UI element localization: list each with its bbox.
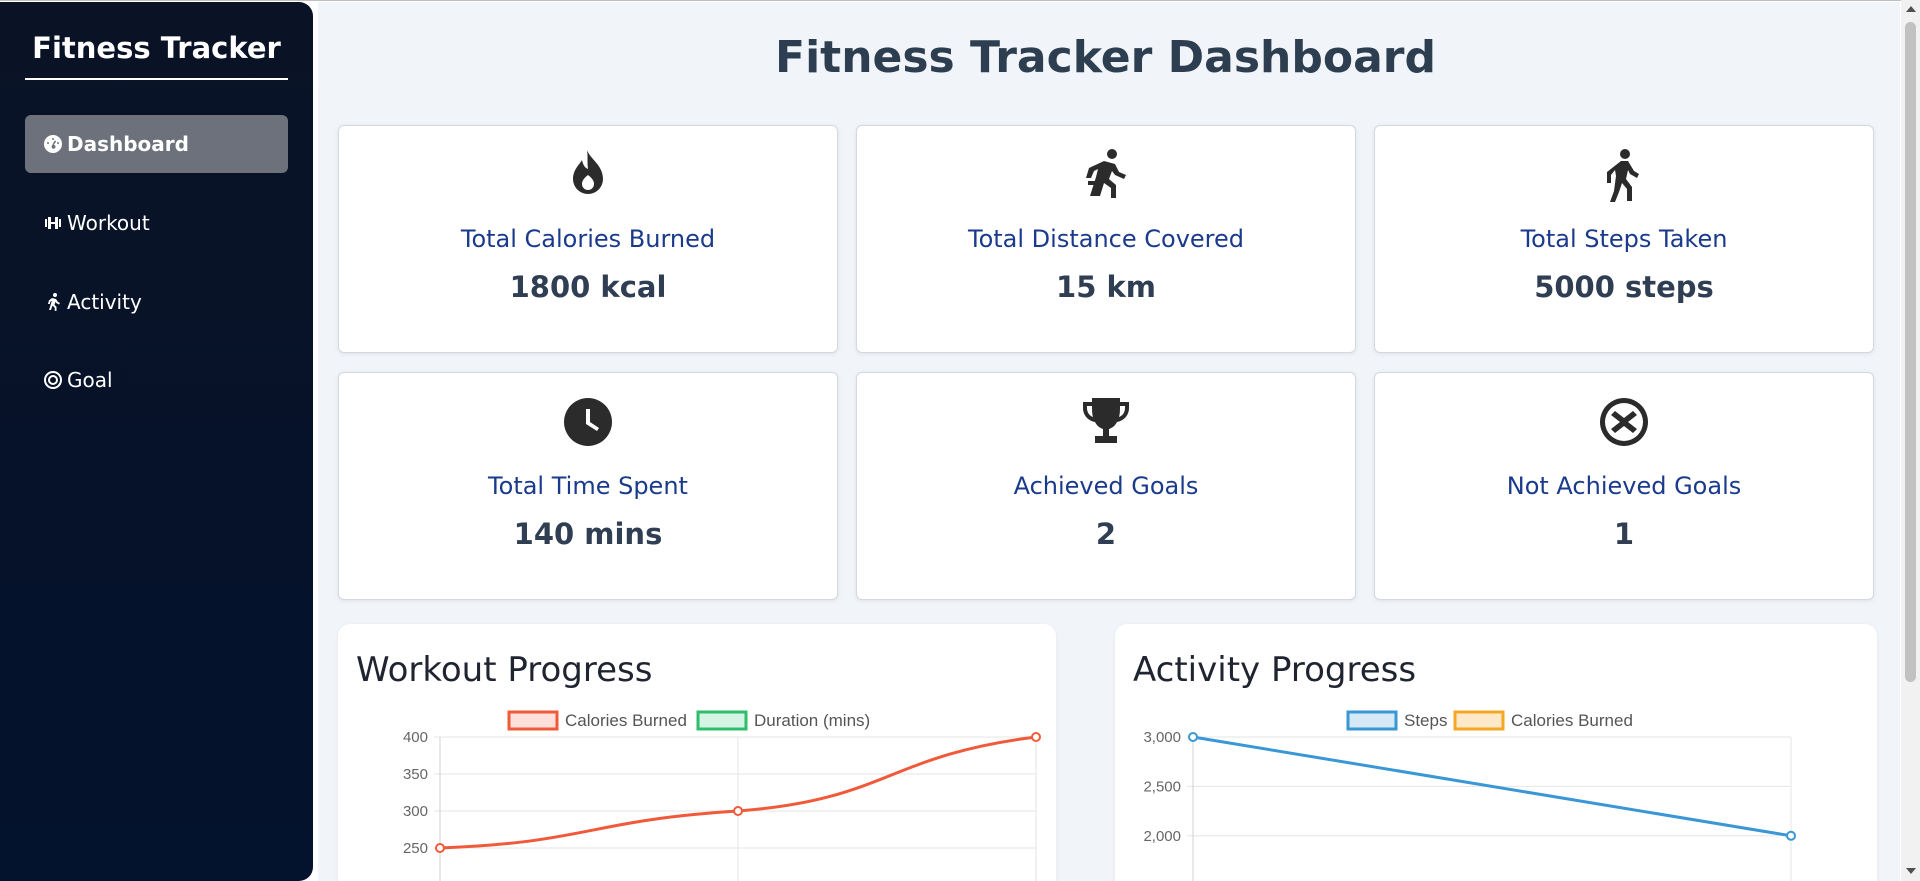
stat-value: 2 <box>1095 517 1117 551</box>
legend-swatch[interactable] <box>696 710 748 731</box>
stat-value: 1 <box>1613 517 1635 551</box>
stat-card-not-achieved: Not Achieved Goals 1 <box>1374 372 1874 600</box>
stat-label: Total Time Spent <box>488 472 688 500</box>
data-point[interactable] <box>1188 732 1198 742</box>
walking-icon <box>1607 149 1639 202</box>
sidebar-item-label: Activity <box>67 290 142 314</box>
data-point[interactable] <box>733 806 743 816</box>
stat-value: 5000 steps <box>1534 270 1714 304</box>
running-icon <box>48 293 60 311</box>
running-icon <box>1086 149 1126 198</box>
scroll-thumb[interactable] <box>1905 22 1916 682</box>
y-tick-label: 3,000 <box>1143 729 1181 746</box>
y-tick-label: 350 <box>403 766 428 783</box>
data-point[interactable] <box>1786 830 1796 841</box>
trophy-icon <box>1083 398 1129 443</box>
target-icon <box>44 371 62 389</box>
page-title: Fitness Tracker Dashboard <box>775 32 1436 83</box>
stat-value: 140 mins <box>513 517 663 551</box>
clock-icon <box>564 398 612 446</box>
stat-label: Total Calories Burned <box>460 225 716 253</box>
legend-swatch[interactable] <box>507 710 559 731</box>
fire-icon <box>573 150 603 194</box>
y-tick-label: 300 <box>403 803 428 820</box>
y-tick-label: 400 <box>403 729 428 746</box>
stat-value: 15 km <box>1056 270 1156 304</box>
sidebar-item-workout[interactable]: Workout <box>25 194 288 252</box>
dumbbell-icon <box>45 217 61 229</box>
stat-label: Total Distance Covered <box>968 225 1244 253</box>
circle-x-icon <box>1600 398 1648 446</box>
gauge-icon <box>44 135 62 153</box>
vertical-scrollbar[interactable] <box>1901 0 1920 881</box>
main-content: Fitness Tracker Dashboard Total Calories… <box>318 2 1900 881</box>
scroll-down-arrow-icon[interactable] <box>1906 868 1916 874</box>
stat-card-calories: Total Calories Burned 1800 kcal <box>338 125 838 353</box>
data-point[interactable] <box>1031 732 1041 742</box>
window-top-border <box>0 0 1920 1</box>
stat-card-distance: Total Distance Covered 15 km <box>856 125 1356 353</box>
activity-progress-chart: Steps Calories Burned 3,000 2,500 2,000 <box>1143 710 1796 881</box>
stat-label: Total Steps Taken <box>1520 225 1728 253</box>
legend-label[interactable]: Calories Burned <box>1511 711 1633 730</box>
legend-label[interactable]: Duration (mins) <box>754 711 870 730</box>
sidebar-item-label: Workout <box>67 211 150 235</box>
y-tick-label: 250 <box>403 840 428 857</box>
legend-label[interactable]: Calories Burned <box>565 711 687 730</box>
brand-title: Fitness Tracker <box>25 28 288 80</box>
sidebar-item-dashboard[interactable]: Dashboard <box>25 115 288 173</box>
data-point[interactable] <box>435 843 445 853</box>
scroll-up-arrow-icon[interactable] <box>1906 6 1916 12</box>
activity-progress-panel: Activity Progress Steps Calories Burned 3,… <box>1115 624 1877 881</box>
sidebar: Fitness Tracker Dashboard Workout Activi… <box>0 2 313 881</box>
workout-progress-chart: Calories Burned Duration (mins) 400 350 300 2… <box>403 710 1041 881</box>
sidebar-item-label: Goal <box>67 368 113 392</box>
sidebar-item-activity[interactable]: Activity <box>25 273 288 331</box>
stat-value: 1800 kcal <box>509 270 667 304</box>
sidebar-item-label: Dashboard <box>67 132 189 156</box>
workout-progress-panel: Workout Progress Calories Burned Duration… <box>338 624 1056 881</box>
sidebar-item-goal[interactable]: Goal <box>25 351 288 409</box>
y-tick-label: 2,500 <box>1143 778 1181 795</box>
legend-label[interactable]: Steps <box>1404 711 1447 730</box>
stat-card-achieved: Achieved Goals 2 <box>856 372 1356 600</box>
stat-card-time: Total Time Spent 140 mins <box>338 372 838 600</box>
legend-swatch[interactable] <box>1453 710 1505 731</box>
y-tick-label: 2,000 <box>1143 828 1181 845</box>
legend-swatch[interactable] <box>1346 710 1398 731</box>
stat-label: Achieved Goals <box>1013 472 1199 500</box>
stat-card-steps: Total Steps Taken 5000 steps <box>1374 125 1874 353</box>
stat-label: Not Achieved Goals <box>1506 472 1742 500</box>
